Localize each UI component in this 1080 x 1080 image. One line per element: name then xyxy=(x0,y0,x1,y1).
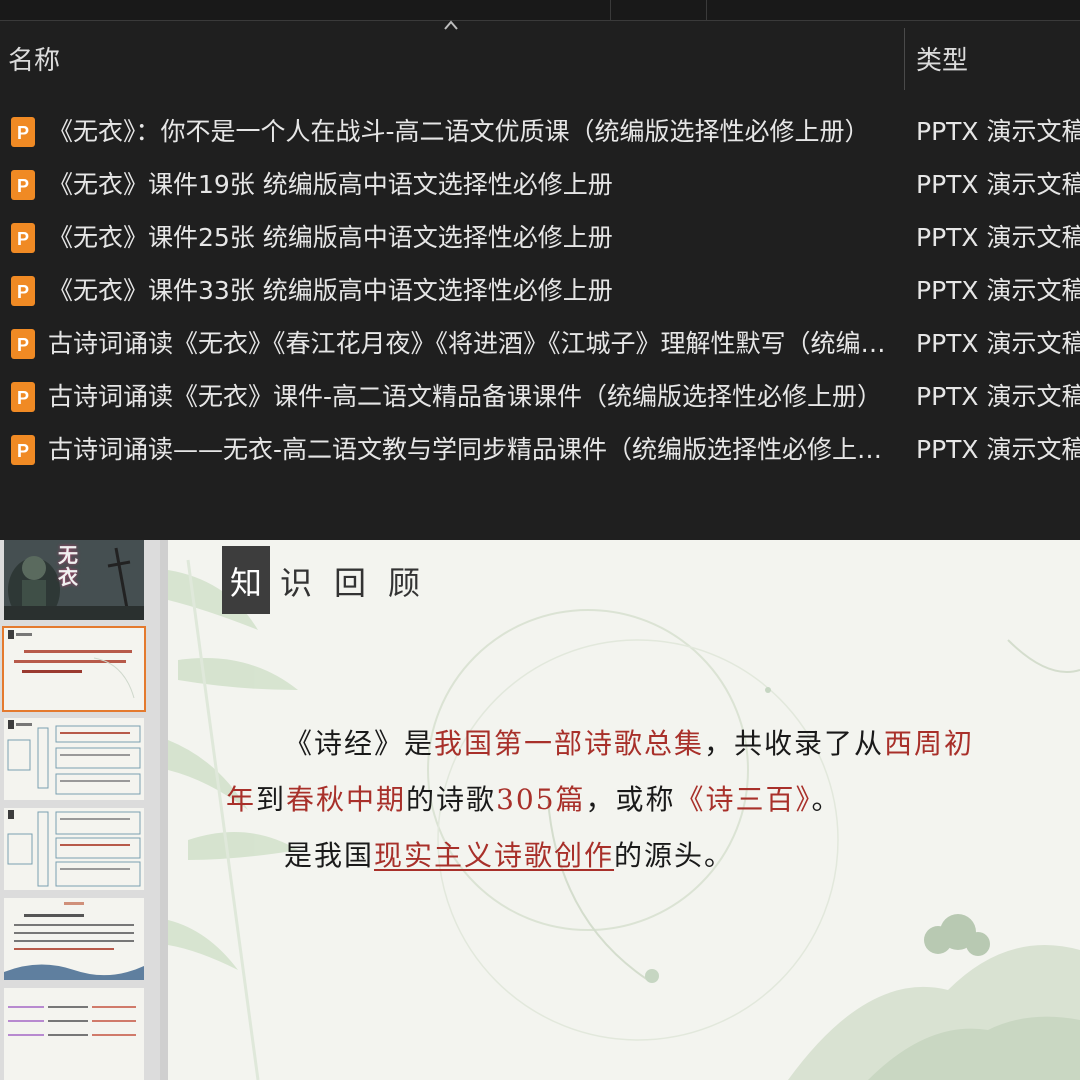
file-type: PPTX 演示文稿 xyxy=(916,170,1080,199)
file-type: PPTX 演示文稿 xyxy=(916,223,1080,252)
thumbnail-preview xyxy=(4,718,144,800)
file-row[interactable]: P 《无衣》课件19张 统编版高中语文选择性必修上册 PPTX 演示文稿 xyxy=(0,159,1080,212)
svg-text:P: P xyxy=(17,388,29,408)
highlight-text: 西周初 xyxy=(884,727,975,760)
slide-thumbnail-current[interactable] xyxy=(2,626,146,712)
pptx-file-icon: P xyxy=(11,170,35,200)
body-line-1: 《诗经》是我国第一部诗歌总集，共收录了从西周初 xyxy=(284,722,974,762)
thumbnail-preview xyxy=(4,988,144,1080)
file-name: 《无衣》课件19张 统编版高中语文选择性必修上册 xyxy=(48,170,613,199)
pptx-file-icon: P xyxy=(11,276,35,306)
text-run: 的源头。 xyxy=(614,839,735,872)
svg-text:P: P xyxy=(17,123,29,143)
svg-text:P: P xyxy=(17,229,29,249)
column-header-name[interactable]: 名称 xyxy=(8,40,60,77)
slide-thumbnail[interactable] xyxy=(4,808,144,890)
toolbar-strip xyxy=(0,0,1080,21)
file-row[interactable]: P 《无衣》课件33张 统编版高中语文选择性必修上册 PPTX 演示文稿 xyxy=(0,265,1080,318)
thumbnail-preview xyxy=(4,898,144,980)
pane-splitter[interactable] xyxy=(160,540,168,1080)
slide-thumbnail[interactable] xyxy=(4,718,144,800)
file-name: 《无衣》课件33张 统编版高中语文选择性必修上册 xyxy=(48,276,613,305)
body-line-3: 是我国现实主义诗歌创作的源头。 xyxy=(284,834,734,874)
svg-text:P: P xyxy=(17,176,29,196)
file-type: PPTX 演示文稿 xyxy=(916,329,1080,358)
file-name: 《无衣》：你不是一个人在战斗-高二语文优质课（统编版选择性必修上册） xyxy=(48,117,870,146)
pptx-file-icon: P xyxy=(11,382,35,412)
text-run: 的诗歌 xyxy=(406,783,497,816)
file-explorer-panel: 名称 类型 P 《无衣》：你不是一个人在战斗-高二语文优质课（统编版选择性必修上… xyxy=(0,0,1080,540)
file-name: 古诗词诵读《无衣》《春江花月夜》《将进酒》《江城子》理解性默写（统编版选... xyxy=(48,329,893,358)
file-row[interactable]: P 古诗词诵读《无衣》课件-高二语文精品备课课件（统编版选择性必修上册） PPT… xyxy=(0,371,1080,424)
file-row[interactable]: P 《无衣》课件25张 统编版高中语文选择性必修上册 PPTX 演示文稿 xyxy=(0,212,1080,265)
slide-thumbnail-rail[interactable]: 无衣 xyxy=(0,540,160,1080)
file-type: PPTX 演示文稿 xyxy=(916,382,1080,411)
column-divider[interactable] xyxy=(904,28,905,90)
pptx-file-icon: P xyxy=(11,117,35,147)
slide-thumbnail[interactable] xyxy=(4,898,144,980)
file-row[interactable]: P 《无衣》：你不是一个人在战斗-高二语文优质课（统编版选择性必修上册） PPT… xyxy=(0,106,1080,159)
slide-heading-first-char: 知 xyxy=(229,564,262,602)
column-separator xyxy=(610,0,611,20)
pptx-file-icon: P xyxy=(11,329,35,359)
text-run: 是我国 xyxy=(284,839,375,872)
svg-text:P: P xyxy=(17,282,29,302)
file-row[interactable]: P 古诗词诵读《无衣》《春江花月夜》《将进酒》《江城子》理解性默写（统编版选..… xyxy=(0,318,1080,371)
file-row[interactable]: P 古诗词诵读——无衣-高二语文教与学同步精品课件（统编版选择性必修上册） PP… xyxy=(0,424,1080,477)
slide-thumbnail-title[interactable]: 无衣 xyxy=(4,540,144,620)
text-run: 《诗经》是 xyxy=(284,727,435,760)
underlined-highlight-text: 现实主义诗歌创作 xyxy=(374,839,615,872)
text-run: ，或称 xyxy=(585,783,676,816)
column-header-row: 名称 类型 xyxy=(0,22,1080,92)
slide-heading: 识回顾 xyxy=(280,564,443,602)
column-header-type[interactable]: 类型 xyxy=(916,40,968,77)
column-separator xyxy=(706,0,707,20)
file-type: PPTX 演示文稿 xyxy=(916,117,1080,146)
slide-thumbnail[interactable] xyxy=(4,988,144,1080)
file-name: 古诗词诵读——无衣-高二语文教与学同步精品课件（统编版选择性必修上册） xyxy=(48,435,893,464)
text-run: ，共收录了从 xyxy=(704,727,885,760)
thumbnail-preview xyxy=(4,628,144,710)
svg-text:P: P xyxy=(17,441,29,461)
file-name: 古诗词诵读《无衣》课件-高二语文精品备课课件（统编版选择性必修上册） xyxy=(48,382,883,411)
presentation-viewer: 无衣 知 识回顾 《诗经》是我国第一部诗歌总集，共收录了从西周初 年到春秋中期的… xyxy=(0,540,1080,1080)
body-line-2: 年到春秋中期的诗歌305篇，或称《诗三百》。 xyxy=(226,778,842,818)
svg-text:P: P xyxy=(17,335,29,355)
highlight-text: 春秋中期 xyxy=(286,783,407,816)
text-run: 到 xyxy=(256,783,287,816)
thumbnail-preview xyxy=(4,808,144,890)
file-name: 《无衣》课件25张 统编版高中语文选择性必修上册 xyxy=(48,223,613,252)
highlight-text: 年 xyxy=(226,783,257,816)
text-run: 。 xyxy=(811,783,842,816)
title-slide-text: 无衣 xyxy=(58,543,78,589)
file-type: PPTX 演示文稿 xyxy=(916,276,1080,305)
file-list: P 《无衣》：你不是一个人在战斗-高二语文优质课（统编版选择性必修上册） PPT… xyxy=(0,106,1080,477)
file-type: PPTX 演示文稿 xyxy=(916,435,1080,464)
highlight-text: 我国第一部诗歌总集 xyxy=(434,727,705,760)
slide-canvas[interactable]: 知 识回顾 《诗经》是我国第一部诗歌总集，共收录了从西周初 年到春秋中期的诗歌3… xyxy=(168,540,1080,1080)
pptx-file-icon: P xyxy=(11,435,35,465)
highlight-text: 305篇 xyxy=(496,783,586,816)
highlight-text: 《诗三百》 xyxy=(675,783,812,816)
pptx-file-icon: P xyxy=(11,223,35,253)
